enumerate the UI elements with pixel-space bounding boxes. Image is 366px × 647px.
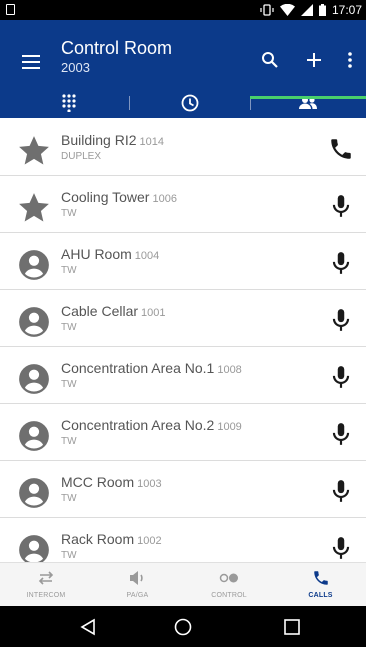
contact-name-text: MCC Room [61,474,135,490]
contact-row[interactable]: Cable Cellar 1001 TW [0,290,366,347]
contact-row[interactable]: Rack Room 1002 TW [0,518,366,562]
wifi-icon [279,4,295,16]
contact-name-text: Building RI2 [61,132,137,148]
page-title: Control Room [61,38,173,58]
person-icon [17,305,51,339]
tab-bar [0,88,366,118]
person-icon [17,476,51,510]
contact-row[interactable]: Building RI2 1014 DUPLEX [0,119,366,176]
more-vert-icon[interactable] [338,48,362,72]
contact-row[interactable]: Concentration Area No.2 1009 TW [0,404,366,461]
person-icon [17,533,51,562]
nav-label: CONTROL [211,592,247,599]
nav-item-control[interactable]: CONTROL [183,563,275,607]
phone-icon[interactable] [328,136,354,162]
contact-type: TW [61,322,77,333]
battery-icon [318,4,326,16]
tab-indicator [250,96,366,99]
tab-history[interactable] [129,88,251,118]
contact-number: 1001 [141,307,166,319]
nav-label: CALLS [308,592,333,599]
contact-number: 1009 [217,421,242,433]
search-icon[interactable] [258,48,282,72]
star-icon [17,191,51,225]
phone-icon [312,569,330,587]
back-icon[interactable] [79,618,97,636]
mic-icon[interactable] [328,364,354,390]
contact-name-text: Rack Room [61,531,135,547]
contact-name: Cooling Tower 1006 [61,189,177,205]
recents-icon[interactable] [283,618,301,636]
contact-name-text: AHU Room [61,246,132,262]
history-icon [181,94,199,112]
mic-icon[interactable] [328,478,354,504]
system-navigation-bar [0,606,366,647]
contact-number: 1004 [134,250,160,262]
contact-name: AHU Room 1004 [61,246,159,262]
add-icon[interactable] [302,48,326,72]
contact-number: 1014 [139,136,164,148]
home-icon[interactable] [174,618,192,636]
contact-type: TW [61,379,77,390]
contact-type: TW [61,436,77,447]
speaker-icon [128,569,148,587]
signal-icon [300,4,313,16]
contact-number: 1003 [137,478,162,490]
contact-name: Concentration Area No.1 1008 [61,360,242,376]
status-time: 17:07 [331,3,362,17]
mic-icon[interactable] [328,421,354,447]
nav-label: INTERCOM [26,592,66,599]
contact-type: TW [61,550,77,561]
nav-label: PA/GA [126,592,149,599]
page-subtitle: 2003 [61,60,90,75]
contact-row[interactable]: Cooling Tower 1006 TW [0,176,366,233]
contact-row[interactable]: Concentration Area No.1 1008 TW [0,347,366,404]
app-bar: Control Room 2003 [0,20,366,118]
dialpad-icon [62,94,76,112]
contact-type: DUPLEX [61,151,102,162]
nav-item-paga[interactable]: PA/GA [92,563,184,607]
mic-icon[interactable] [328,193,354,219]
contact-name-text: Concentration Area No.1 [61,360,215,376]
notification-icon [6,4,15,15]
contact-type: TW [61,265,77,276]
mic-icon[interactable] [328,250,354,276]
person-icon [17,362,51,396]
status-bar: 17:07 [0,0,366,20]
contact-row[interactable]: AHU Room 1004 TW [0,233,366,290]
person-icon [17,419,51,453]
contact-number: 1008 [217,364,242,376]
person-icon [17,248,51,282]
vibrate-icon [260,4,274,16]
contact-name: Concentration Area No.2 1009 [61,417,242,433]
toggle-icon [218,569,240,587]
contact-name-text: Cooling Tower [61,189,150,205]
contact-name: MCC Room 1003 [61,474,162,490]
intercom-icon [36,569,56,587]
contact-type: TW [61,208,77,219]
contact-name: Cable Cellar 1001 [61,303,166,319]
nav-item-calls[interactable]: CALLS [275,563,366,607]
contact-name-text: Cable Cellar [61,303,139,319]
contact-number: 1002 [137,535,162,547]
mic-icon[interactable] [328,307,354,333]
tab-dialpad[interactable] [8,88,130,118]
contact-name: Building RI2 1014 [61,132,164,148]
contact-number: 1006 [152,193,177,205]
contact-list[interactable]: Building RI2 1014 DUPLEX Cooling Tower 1006 T… [0,119,366,562]
contact-name-text: Concentration Area No.2 [61,417,215,433]
menu-icon[interactable] [22,55,40,69]
mic-icon[interactable] [328,535,354,561]
contact-name: Rack Room 1002 [61,531,162,547]
star-icon [17,134,51,168]
contact-row[interactable]: MCC Room 1003 TW [0,461,366,518]
nav-item-intercom[interactable]: INTERCOM [0,563,92,607]
tab-contacts[interactable] [250,88,366,118]
contact-type: TW [61,493,77,504]
bottom-navigation: INTERCOM PA/GA CONTROL CALLS [0,562,366,606]
